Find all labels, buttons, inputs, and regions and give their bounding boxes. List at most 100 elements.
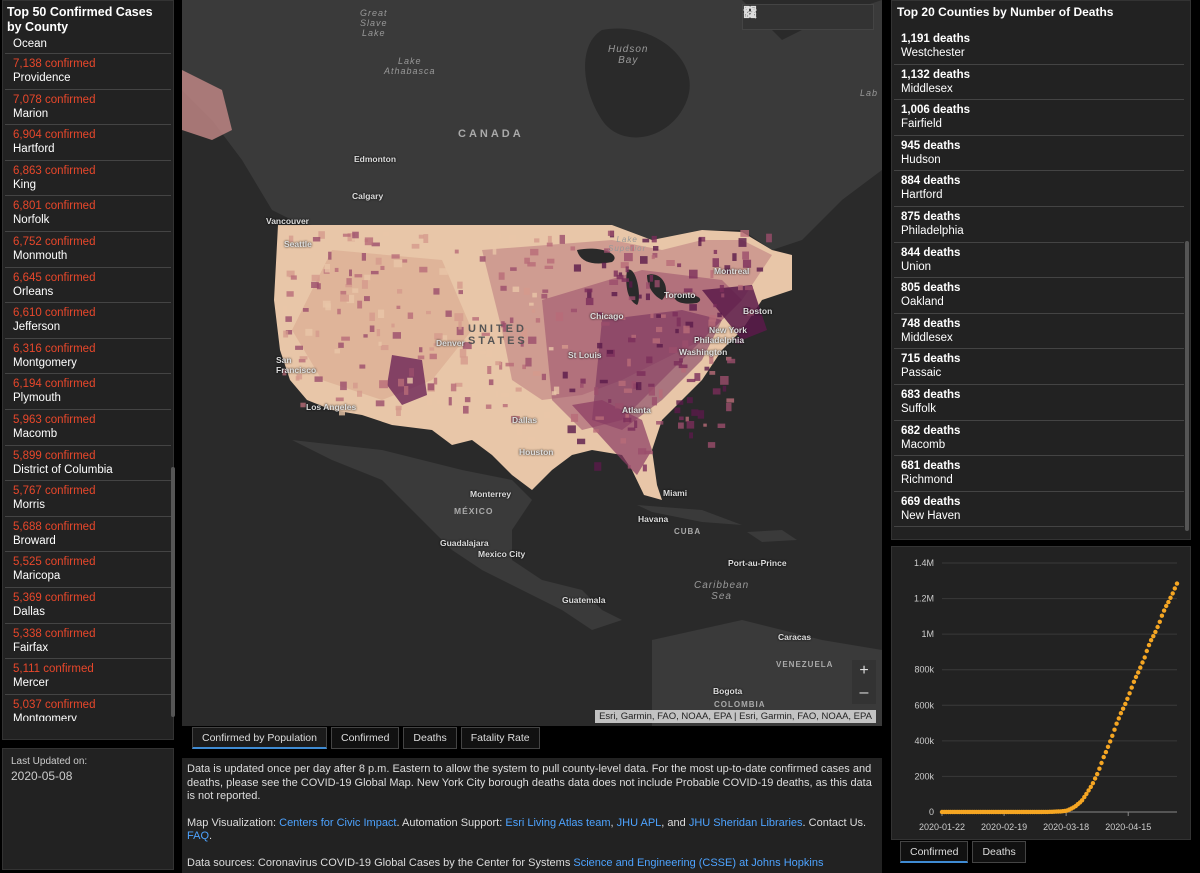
list-item[interactable]: 6,801 confirmed Norfolk	[5, 196, 171, 232]
tab-fatality-rate[interactable]: Fatality Rate	[460, 727, 540, 749]
data-point[interactable]	[1146, 642, 1152, 648]
data-point[interactable]	[1125, 696, 1130, 701]
data-point[interactable]	[1110, 733, 1115, 738]
list-item[interactable]: 715 deaths Passaic	[894, 349, 1184, 385]
data-point[interactable]	[1148, 638, 1154, 643]
data-point[interactable]	[1138, 665, 1143, 670]
city-label-houston: Houston	[519, 447, 554, 457]
list-item[interactable]: 6,752 confirmed Monmouth	[5, 232, 171, 268]
city-label-bogota: Bogota	[713, 686, 743, 696]
list-item[interactable]: 5,111 confirmed Mercer	[5, 659, 171, 695]
list-item[interactable]: 805 deaths Oakland	[894, 278, 1184, 314]
list-item[interactable]: 5,037 confirmed Montgomery	[5, 695, 171, 721]
list-item[interactable]: 6,904 confirmed Hartford	[5, 125, 171, 161]
data-point[interactable]	[1099, 760, 1104, 766]
data-point[interactable]	[1161, 608, 1167, 613]
list-item[interactable]: 875 deaths Philadelphia	[894, 207, 1184, 243]
data-point[interactable]	[1112, 727, 1117, 732]
data-point[interactable]	[1118, 711, 1124, 716]
top-confirmed-list[interactable]: Ocean 7,138 confirmed Providence 7,078 conf…	[5, 35, 171, 721]
data-point[interactable]	[1133, 674, 1139, 680]
data-point[interactable]	[1114, 721, 1119, 726]
data-point[interactable]	[1120, 706, 1126, 711]
list-item[interactable]: 6,645 confirmed Orleans	[5, 268, 171, 304]
data-point[interactable]	[1105, 744, 1111, 749]
data-point[interactable]	[1159, 613, 1165, 618]
list-item[interactable]: 7,078 confirmed Marion	[5, 90, 171, 126]
data-point[interactable]	[1142, 655, 1147, 660]
data-point[interactable]	[1157, 619, 1162, 624]
data-point[interactable]	[1170, 591, 1175, 596]
data-point[interactable]	[1144, 648, 1149, 654]
list-item[interactable]: 6,610 confirmed Jefferson	[5, 303, 171, 339]
data-point[interactable]	[1131, 679, 1137, 684]
list-item[interactable]: 748 deaths Middlesex	[894, 314, 1184, 350]
data-point[interactable]	[1127, 691, 1132, 696]
tab-confirmed-by-population[interactable]: Confirmed by Population	[192, 727, 327, 749]
list-item[interactable]: 1,132 deaths Middlesex	[894, 65, 1184, 101]
list-item[interactable]: 1,006 deaths Fairfield	[894, 100, 1184, 136]
list-item[interactable]: 7,138 confirmed Providence	[5, 54, 171, 90]
list-item[interactable]: 844 deaths Union	[894, 243, 1184, 279]
layers-icon[interactable]	[743, 5, 847, 29]
list-item[interactable]: 669 deaths New Haven	[894, 492, 1184, 528]
data-point[interactable]	[1088, 784, 1093, 790]
data-point[interactable]	[1129, 685, 1134, 690]
list-item[interactable]: 6,316 confirmed Montgomery	[5, 339, 171, 375]
data-point[interactable]	[1116, 716, 1121, 721]
data-point[interactable]	[1164, 603, 1169, 609]
data-point[interactable]	[1123, 701, 1128, 707]
left-scrollbar[interactable]	[171, 467, 175, 717]
home-icon[interactable]	[744, 5, 795, 29]
data-point[interactable]	[1103, 749, 1109, 755]
list-item[interactable]: 945 deaths Hudson	[894, 136, 1184, 172]
zoom-in-button[interactable]: +	[852, 660, 876, 682]
link-faq[interactable]: FAQ	[187, 830, 209, 842]
chart-tab-deaths[interactable]: Deaths	[972, 841, 1026, 863]
list-item[interactable]: 5,899 confirmed District of Columbia	[5, 446, 171, 482]
link-esri-living-atlas[interactable]: Esri Living Atlas team	[505, 817, 610, 829]
data-point[interactable]	[1153, 629, 1158, 635]
data-point[interactable]	[1108, 739, 1113, 744]
list-item[interactable]: 682 deaths Macomb	[894, 421, 1184, 457]
list-item[interactable]: 5,688 confirmed Broward	[5, 517, 171, 553]
list-item[interactable]: 5,963 confirmed Macomb	[5, 410, 171, 446]
link-centers-for-civic-impact[interactable]: Centers for Civic Impact	[279, 817, 396, 829]
data-point[interactable]	[1090, 781, 1096, 786]
list-item[interactable]: 6,194 confirmed Plymouth	[5, 374, 171, 410]
data-point[interactable]	[1092, 776, 1098, 781]
zoom-out-button[interactable]: –	[852, 682, 876, 704]
data-point[interactable]	[1140, 660, 1145, 665]
data-point[interactable]	[1151, 634, 1156, 639]
link-csse[interactable]: Science and Engineering (CSSE) at Johns …	[573, 857, 823, 869]
data-point[interactable]	[1101, 754, 1106, 760]
list-icon[interactable]	[744, 5, 821, 29]
data-point[interactable]	[1095, 771, 1100, 777]
list-item[interactable]: 683 deaths Suffolk	[894, 385, 1184, 421]
tab-deaths[interactable]: Deaths	[403, 727, 457, 749]
map-view[interactable]: Great Slave Lake Lake Athabasca Hudson Bay L…	[182, 0, 882, 726]
list-item[interactable]: 5,767 confirmed Morris	[5, 481, 171, 517]
list-item[interactable]: 6,863 confirmed King	[5, 161, 171, 197]
link-jhu-sheridan-libraries[interactable]: JHU Sheridan Libraries	[689, 817, 803, 829]
data-point[interactable]	[1172, 586, 1177, 591]
list-item[interactable]: 5,369 confirmed Dallas	[5, 588, 171, 624]
qr-icon[interactable]	[743, 5, 873, 29]
list-item[interactable]: Ocean	[5, 35, 171, 54]
list-item[interactable]: 5,525 confirmed Maricopa	[5, 552, 171, 588]
list-item[interactable]: 5,338 confirmed Fairfax	[5, 624, 171, 660]
tab-confirmed[interactable]: Confirmed	[330, 727, 400, 749]
data-point[interactable]	[1097, 766, 1102, 771]
list-item[interactable]: 1,191 deaths Westchester	[894, 29, 1184, 65]
data-point[interactable]	[1166, 599, 1171, 605]
data-point[interactable]	[1155, 624, 1160, 630]
list-item[interactable]: 884 deaths Hartford	[894, 171, 1184, 207]
top-deaths-list[interactable]: 1,191 deaths Westchester 1,132 deaths Middl…	[894, 29, 1184, 529]
list-item[interactable]: 681 deaths Richmond	[894, 456, 1184, 492]
data-point[interactable]	[1168, 595, 1173, 600]
deaths-scrollbar[interactable]	[1185, 241, 1189, 531]
data-point[interactable]	[1174, 581, 1180, 586]
chart-tab-confirmed[interactable]: Confirmed	[900, 841, 969, 863]
data-point[interactable]	[1136, 670, 1141, 675]
link-jhu-apl[interactable]: JHU APL	[617, 817, 662, 829]
